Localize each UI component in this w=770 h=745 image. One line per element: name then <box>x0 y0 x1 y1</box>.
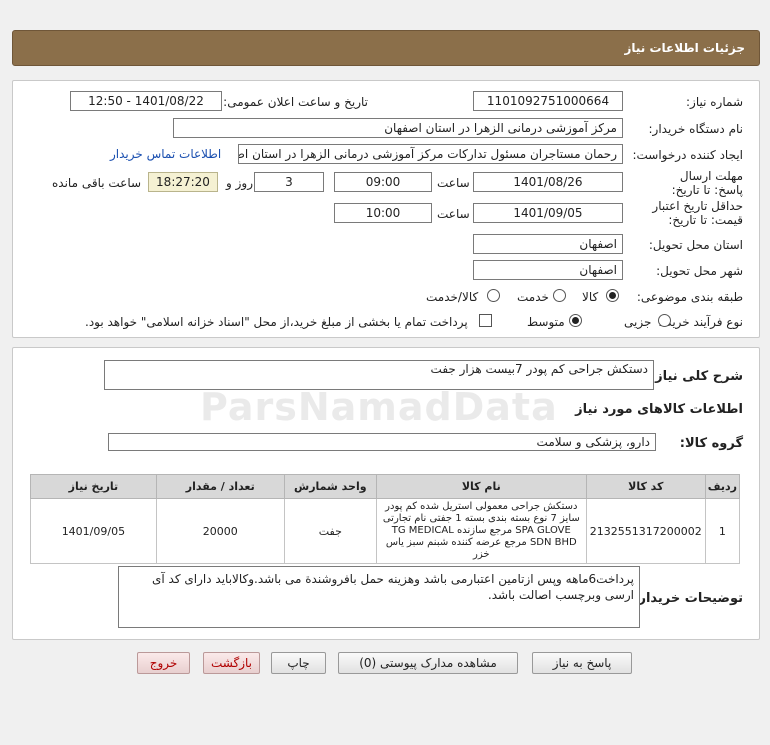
purchase-option-medium: متوسط <box>527 315 565 329</box>
category-radio-goods-service[interactable] <box>487 289 500 302</box>
watermark-text: ParsNamadData <box>200 385 558 429</box>
col-index: ردیف <box>704 474 741 499</box>
category-option-goods: کالا <box>582 290 599 304</box>
announce-date-label: تاریخ و ساعت اعلان عمومی: <box>223 95 368 109</box>
view-attachments-button[interactable]: مشاهده مدارک پیوستی (0) <box>338 652 518 674</box>
goods-info-title: اطلاعات کالاهای مورد نیاز <box>575 402 743 417</box>
buyer-org-field: مرکز آموزشی درمانی الزهرا در استان اصفها… <box>173 118 623 138</box>
category-option-goods-service: کالا/خدمت <box>426 290 479 304</box>
category-radio-service[interactable] <box>553 289 566 302</box>
deadline-label: مهلت ارسال پاسخ: تا تاریخ: <box>671 169 743 197</box>
buyer-org-label: نام دستگاه خریدار: <box>648 122 744 136</box>
requester-label: ایجاد کننده درخواست: <box>632 148 743 162</box>
col-unit: واحد شمارش <box>283 474 377 499</box>
row-unit: جفت <box>283 498 377 564</box>
delivery-province-label: استان محل تحویل: <box>648 238 743 252</box>
treasury-payment-checkbox[interactable] <box>479 314 492 327</box>
table-row: 1 2132551317200002 دستکش جراحی معمولی اس… <box>30 498 741 564</box>
page-title: جزئیات اطلاعات نیاز <box>624 41 745 55</box>
need-number-label: شماره نیاز: <box>686 95 743 109</box>
days-remaining-field: 3 <box>254 172 324 192</box>
purchase-type-label: نوع فرآیند خرید : <box>658 315 743 329</box>
purchase-radio-medium[interactable] <box>569 314 582 327</box>
general-desc-label: شرح کلی نیاز: <box>649 369 743 384</box>
delivery-city-field: اصفهان <box>473 260 623 280</box>
purchase-option-minor: جزیی <box>624 315 652 329</box>
validity-date-field: 1401/09/05 <box>473 203 623 223</box>
col-name: نام کالا <box>375 474 587 499</box>
deadline-date-field: 1401/08/26 <box>473 172 623 192</box>
validity-time-field: 10:00 <box>334 203 432 223</box>
row-code: 2132551317200002 <box>585 498 706 564</box>
goods-group-field: دارو، پزشکی و سلامت <box>108 433 656 451</box>
row-index: 1 <box>704 498 741 564</box>
buyer-notes-label: توضیحات خریدار: <box>633 591 743 606</box>
time-remaining-field: 18:27:20 <box>148 172 218 192</box>
print-button[interactable]: چاپ <box>271 652 326 674</box>
category-label: طبقه بندی موضوعی: <box>636 290 743 304</box>
announce-date-field: 1401/08/22 - 12:50 <box>70 91 222 111</box>
exit-button[interactable]: خروج <box>137 652 190 674</box>
row-qty: 20000 <box>155 498 285 564</box>
buyer-notes-field: پرداخت6ماهه وپس ازتامین اعتبارمی باشد وه… <box>118 566 640 628</box>
col-qty: تعداد / مقدار <box>155 474 285 499</box>
page-header: جزئیات اطلاعات نیاز <box>12 30 760 66</box>
back-button[interactable]: بازگشت <box>203 652 260 674</box>
col-date: تاریخ نیاز <box>30 474 157 499</box>
deadline-time-field: 09:00 <box>334 172 432 192</box>
time-remaining-label: ساعت باقی مانده <box>52 176 142 190</box>
row-date: 1401/09/05 <box>30 498 157 564</box>
purchase-radio-minor[interactable] <box>658 314 671 327</box>
delivery-province-field: اصفهان <box>473 234 623 254</box>
need-number-field: 1101092751000664 <box>473 91 623 111</box>
goods-table: ردیف کد کالا نام کالا واحد شمارش تعداد /… <box>30 474 741 564</box>
reply-button[interactable]: پاسخ به نیاز <box>532 652 632 674</box>
row-name: دستکش جراحی معمولی استریل شده کم پودر سا… <box>375 498 587 564</box>
category-radio-goods[interactable] <box>606 289 619 302</box>
validity-label: حداقل تاریخ اعتبار قیمت: تا تاریخ: <box>652 199 743 227</box>
goods-table-header: ردیف کد کالا نام کالا واحد شمارش تعداد /… <box>30 474 741 499</box>
days-label: روز و <box>226 176 253 190</box>
delivery-city-label: شهر محل تحویل: <box>656 264 743 278</box>
goods-group-label: گروه کالا: <box>679 436 743 451</box>
deadline-time-label: ساعت <box>437 176 470 190</box>
category-option-service: خدمت <box>517 290 549 304</box>
treasury-payment-note: پرداخت تمام یا بخشی از مبلغ خرید،از محل … <box>85 315 468 329</box>
buyer-contact-link[interactable]: اطلاعات تماس خریدار <box>110 147 221 161</box>
col-code: کد کالا <box>585 474 706 499</box>
requester-field: رحمان مستاجران مسئول تدارکات مرکز آموزشی… <box>238 144 623 164</box>
validity-time-label: ساعت <box>437 207 470 221</box>
general-desc-field: دستکش جراحی کم پودر 7بیست هزار جفت <box>104 360 654 390</box>
